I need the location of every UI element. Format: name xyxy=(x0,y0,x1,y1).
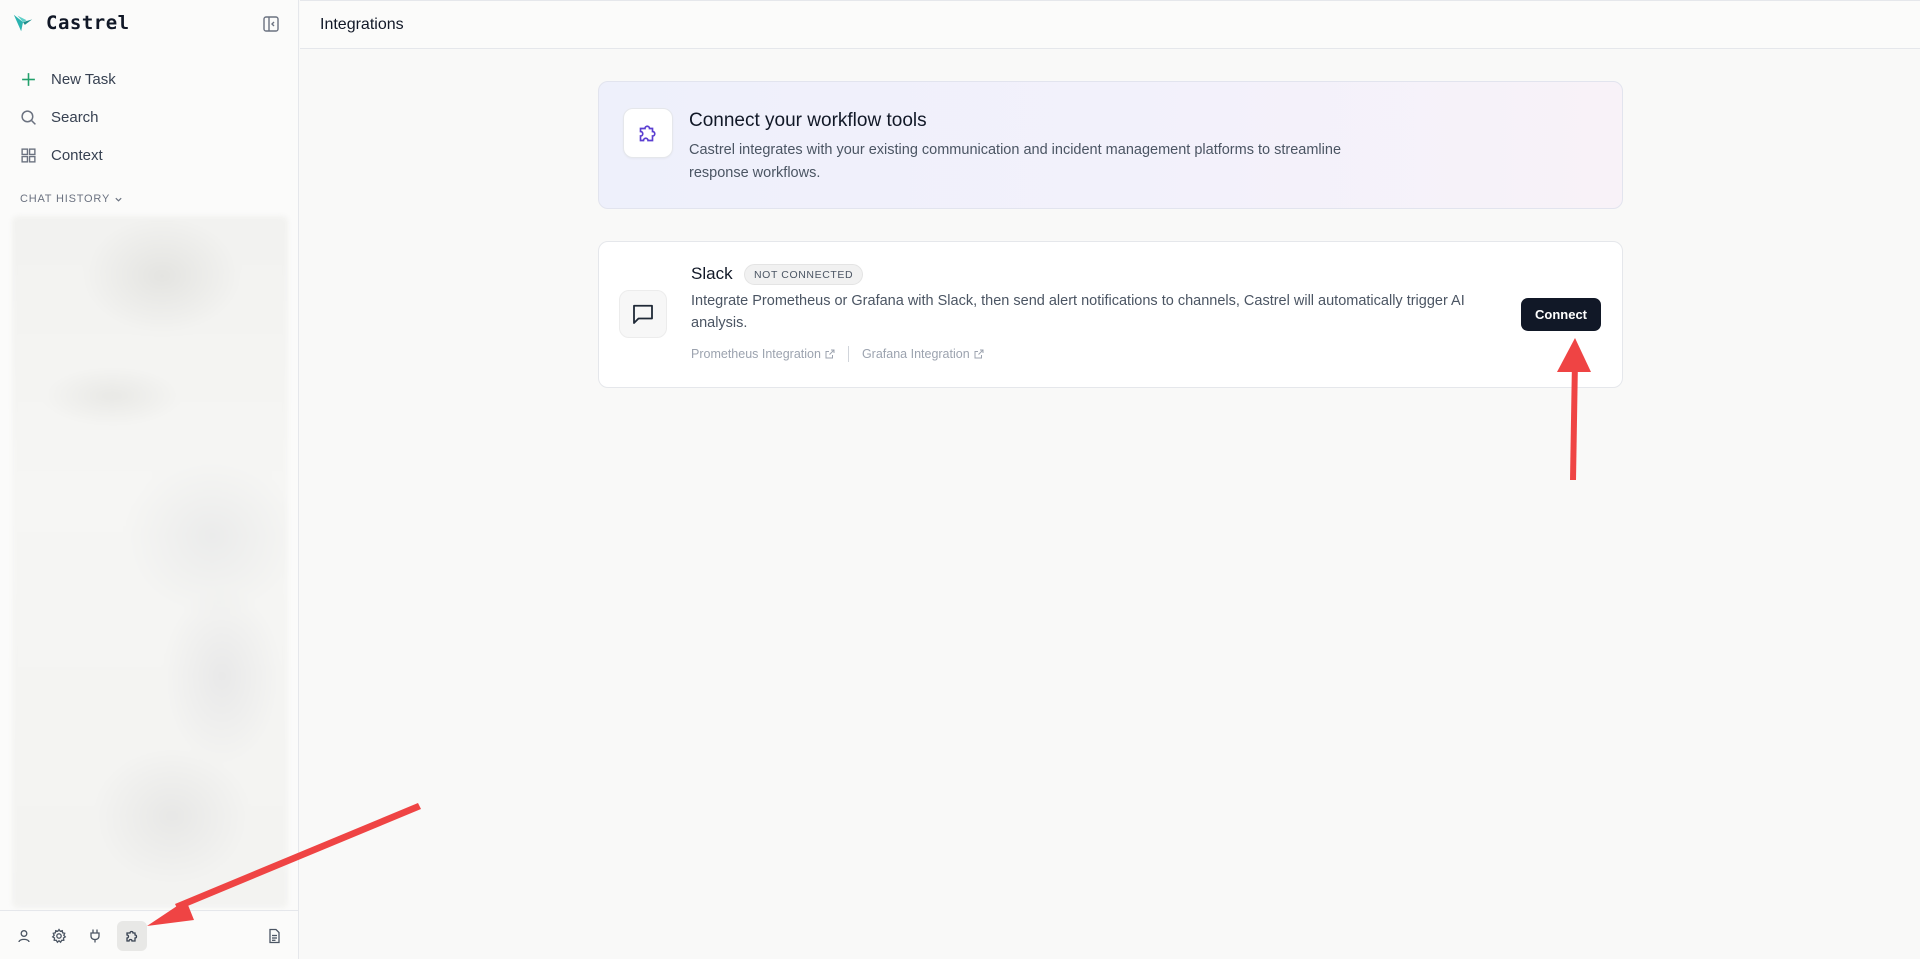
nav-item-label: Context xyxy=(51,146,103,164)
grafana-integration-link[interactable]: Grafana Integration xyxy=(862,347,984,361)
sidebar-nav: New Task Search Context xyxy=(12,60,288,174)
plug-icon xyxy=(90,929,100,943)
plus-icon xyxy=(22,72,35,86)
status-badge: NOT CONNECTED xyxy=(744,264,864,285)
integration-description: Integrate Prometheus or Grafana with Sla… xyxy=(691,293,1465,331)
link-label: Prometheus Integration xyxy=(691,347,821,361)
link-separator xyxy=(847,346,849,362)
nav-item-search[interactable]: Search xyxy=(12,98,288,136)
nav-item-label: New Task xyxy=(51,70,116,88)
nav-item-label: Search xyxy=(51,108,99,126)
chevron-down-icon xyxy=(115,197,122,202)
sidebar-collapse-icon[interactable] xyxy=(262,15,280,33)
external-link-icon xyxy=(974,349,984,359)
banner-description: Castrel integrates with your existing co… xyxy=(689,142,1342,181)
profile-button[interactable] xyxy=(9,921,39,951)
prometheus-integration-link[interactable]: Prometheus Integration xyxy=(691,347,835,361)
integrations-button[interactable] xyxy=(117,921,147,951)
top-bar: Integrations xyxy=(300,0,1920,49)
chat-history-list xyxy=(12,216,288,908)
grid-icon xyxy=(21,147,36,163)
brand-name: Castrel xyxy=(46,12,130,34)
chat-history-toggle[interactable]: CHAT HISTORY xyxy=(20,193,123,205)
integration-links: Prometheus Integration Grafana Integrati… xyxy=(691,346,984,362)
integration-name: Slack xyxy=(691,264,733,283)
document-icon xyxy=(269,928,280,944)
chat-history-label: CHAT HISTORY xyxy=(20,193,111,205)
search-icon xyxy=(21,109,36,125)
sidebar: Castrel New Task Search Context CHAT HIS… xyxy=(0,0,299,959)
page-title: Integrations xyxy=(320,16,404,33)
banner-icon-box xyxy=(623,108,673,158)
sidebar-footer xyxy=(0,910,299,959)
plugins-button[interactable] xyxy=(80,921,110,951)
gear-icon xyxy=(51,928,67,944)
link-label: Grafana Integration xyxy=(861,347,970,361)
integration-card-slack: Slack NOT CONNECTED Integrate Prometheus… xyxy=(598,241,1623,388)
puzzle-icon xyxy=(126,930,138,942)
docs-button[interactable] xyxy=(259,921,289,951)
puzzle-icon xyxy=(639,125,656,142)
castrel-logo-icon xyxy=(13,14,33,32)
card-icon-box xyxy=(619,290,667,338)
connect-button[interactable]: Connect xyxy=(1521,298,1601,331)
message-square-icon xyxy=(633,304,653,324)
intro-banner: Connect your workflow tools Castrel inte… xyxy=(598,81,1623,209)
nav-item-new-task[interactable]: New Task xyxy=(12,60,288,98)
nav-item-context[interactable]: Context xyxy=(12,136,288,174)
brand[interactable]: Castrel xyxy=(12,12,130,34)
banner-title: Connect your workflow tools xyxy=(689,110,927,131)
user-icon xyxy=(18,930,30,943)
external-link-icon xyxy=(825,349,835,359)
settings-button[interactable] xyxy=(44,921,74,951)
